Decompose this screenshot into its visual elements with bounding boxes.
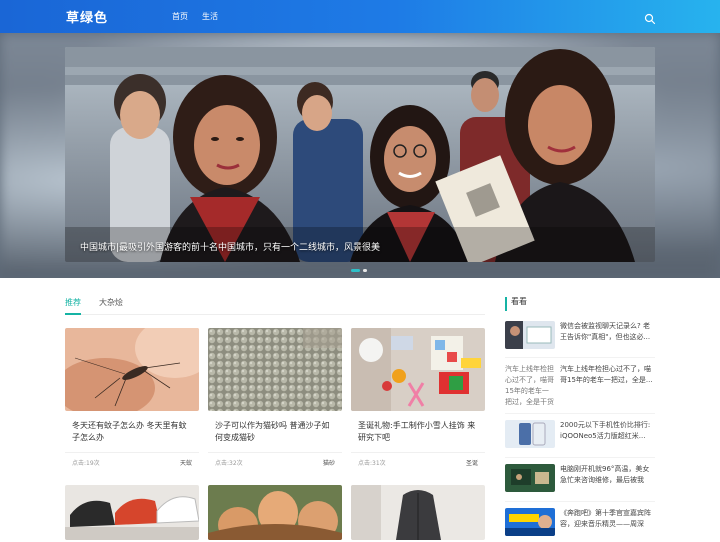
- sidebar-item-title[interactable]: 《奔跑吧》第十季官宣嘉宾阵容，迎来音乐精灵——周深: [560, 508, 656, 530]
- slide-image-tourists: [65, 47, 655, 262]
- card-category[interactable]: 圣诞: [466, 458, 478, 467]
- sidebar-thumbnail: [505, 464, 555, 492]
- nav-item-home[interactable]: 首页: [172, 11, 188, 22]
- card-thumbnail-cat-litter: [208, 328, 342, 411]
- sidebar-divider: [505, 457, 655, 458]
- card-meta: 点击:32次 猫砂: [208, 452, 342, 467]
- card-thumbnail-eggs[interactable]: [208, 485, 342, 540]
- sidebar-divider: [505, 501, 655, 502]
- sidebar-thumbnail: [505, 420, 555, 448]
- carousel-dot-2[interactable]: [363, 269, 367, 272]
- card-click-count: 点击:32次: [215, 460, 243, 467]
- tab-recommended[interactable]: 推荐: [65, 297, 81, 315]
- sidebar-thumbnail: [505, 508, 555, 536]
- sidebar-item-title[interactable]: 电脑刚开机就96°高温，美女急忙来咨询维修，最后被我拍...: [560, 464, 656, 486]
- carousel-slide[interactable]: 中国城市|最吸引外国游客的前十名中国城市，只有一个二线城市，风景很美: [65, 47, 655, 262]
- sidebar-item-title[interactable]: 微信会被监视聊天记录么? 老王告诉你"真相"，但也这必...: [560, 321, 656, 343]
- card-title[interactable]: 圣诞礼物:手工制作小雪人挂饰 来研究下吧: [358, 420, 478, 444]
- card-thumbnail-coat[interactable]: [351, 485, 485, 540]
- card-title[interactable]: 冬天还有蚊子怎么办 冬天里有蚊子怎么办: [72, 420, 192, 444]
- card-thumbnail-craft: [351, 328, 485, 411]
- card-meta: 点击:31次 圣诞: [351, 452, 485, 467]
- sidebar-thumbnail-alt-text: 汽车上线年检担心过不了，喵哥15年的老车一把过，全是干货: [505, 365, 554, 406]
- sidebar-item[interactable]: 汽车上线年检担心过不了，喵哥15年的老车一把过，全是干货 汽车上线年检担心过不了…: [505, 364, 656, 406]
- card-thumbnail-shoes[interactable]: [65, 485, 199, 540]
- tab-miscellany[interactable]: 大杂烩: [99, 297, 123, 315]
- site-logo[interactable]: 草绿色: [66, 7, 108, 26]
- search-button[interactable]: [644, 10, 656, 25]
- content-tabs: 推荐 大杂烩: [65, 297, 485, 315]
- sidebar-item[interactable]: 微信会被监视聊天记录么? 老王告诉你"真相"，但也这必...: [505, 321, 655, 355]
- sidebar-item-title[interactable]: 汽车上线年检担心过不了，喵哥15年的老车一把过，全是...: [560, 364, 656, 386]
- main-nav: 首页 生活: [172, 11, 218, 22]
- sidebar-item[interactable]: 2000元以下手机性价比排行: iQOONeo5活力版超红米...: [505, 420, 655, 454]
- card-title[interactable]: 沙子可以作为猫砂吗 普通沙子如何变成猫砂: [215, 420, 335, 444]
- sidebar-divider: [505, 413, 655, 414]
- sidebar-item-title[interactable]: 2000元以下手机性价比排行: iQOONeo5活力版超红米...: [560, 420, 656, 442]
- search-icon: [644, 13, 656, 25]
- sidebar-divider: [505, 357, 655, 358]
- sidebar-thumbnail: [505, 321, 555, 349]
- sidebar-item[interactable]: 《奔跑吧》第十季官宣嘉宾阵容，迎来音乐精灵——周深: [505, 508, 655, 542]
- nav-item-life[interactable]: 生活: [202, 11, 218, 22]
- card-category[interactable]: 天蚁: [180, 458, 192, 467]
- carousel-pagination: [351, 269, 367, 272]
- card-category[interactable]: 猫砂: [323, 458, 335, 467]
- sidebar-item[interactable]: 电脑刚开机就96°高温，美女急忙来咨询维修，最后被我拍...: [505, 464, 655, 498]
- top-header: 草绿色 首页 生活: [0, 0, 720, 33]
- article-card[interactable]: 冬天还有蚊子怎么办 冬天里有蚊子怎么办 点击:19次 天蚁: [65, 328, 199, 467]
- card-meta: 点击:19次 天蚁: [65, 452, 199, 467]
- carousel-dot-1[interactable]: [351, 269, 360, 272]
- slide-caption[interactable]: 中国城市|最吸引外国游客的前十名中国城市，只有一个二线城市，风景很美: [80, 240, 380, 253]
- card-thumbnail-mosquito: [65, 328, 199, 411]
- article-card[interactable]: 圣诞礼物:手工制作小雪人挂饰 来研究下吧 点击:31次 圣诞: [351, 328, 485, 467]
- card-click-count: 点击:31次: [358, 460, 386, 467]
- article-card[interactable]: 沙子可以作为猫砂吗 普通沙子如何变成猫砂 点击:32次 猫砂: [208, 328, 342, 467]
- sidebar-heading: 看看: [505, 297, 655, 311]
- card-click-count: 点击:19次: [72, 460, 100, 467]
- hero-carousel: 中国城市|最吸引外国游客的前十名中国城市，只有一个二线城市，风景很美: [0, 33, 720, 278]
